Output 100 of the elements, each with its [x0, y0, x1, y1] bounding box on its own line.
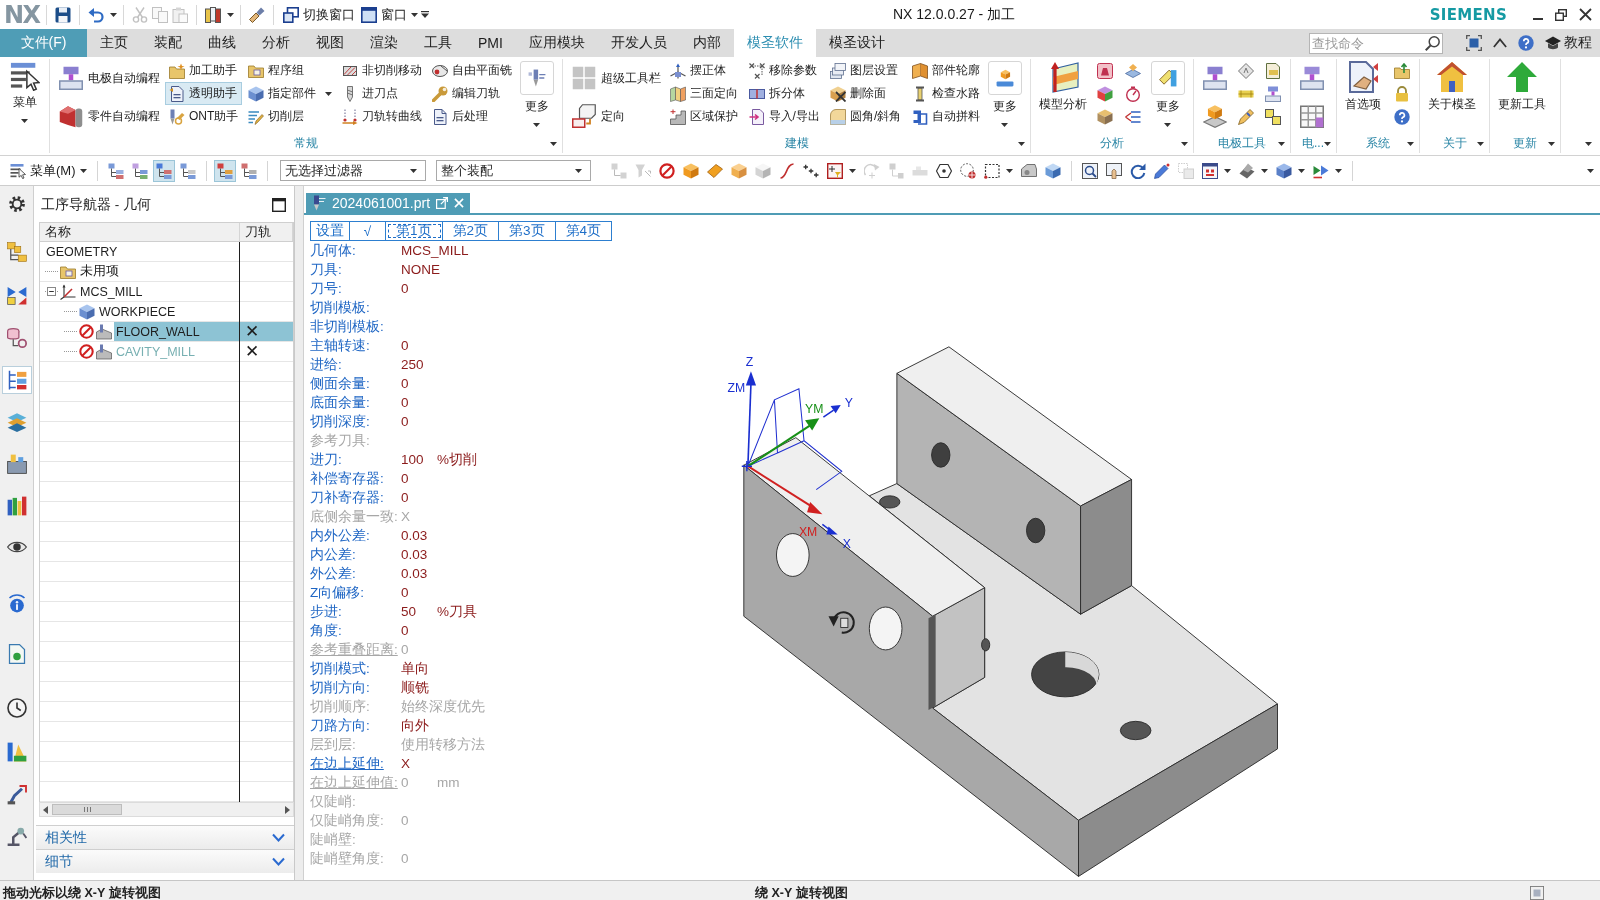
caret-icon[interactable] — [1181, 141, 1188, 146]
window-menu-button[interactable]: 窗口 — [357, 3, 421, 26]
command-button[interactable]: 删除面 — [826, 82, 906, 105]
tree-item[interactable]: GEOMETRY — [44, 242, 120, 261]
menu-tab[interactable]: PMI — [465, 29, 516, 57]
switch-window-button[interactable]: 切换窗口 — [279, 3, 358, 26]
command-button[interactable]: 后处理 — [428, 105, 517, 128]
lock-icon[interactable] — [1394, 85, 1410, 102]
command-button[interactable]: 进刀点 — [338, 82, 427, 105]
folder-icon[interactable] — [1394, 62, 1410, 79]
cube-icon[interactable] — [1097, 108, 1114, 125]
column-header[interactable]: 名称 — [45, 223, 71, 241]
command-button[interactable]: 三面定向 — [666, 82, 743, 105]
command-button[interactable]: 摆正体 — [666, 59, 743, 82]
arrows-icon[interactable] — [1124, 108, 1141, 125]
menu-tab[interactable]: 视图 — [303, 29, 357, 57]
horizontal-scrollbar[interactable] — [39, 802, 294, 817]
filter-dropdown[interactable]: 无选择过滤器 — [279, 160, 426, 181]
caret-icon[interactable] — [1585, 142, 1592, 146]
command-button[interactable]: 透明助手 — [164, 82, 243, 105]
help-icon[interactable] — [1394, 108, 1410, 125]
command-button[interactable]: 拆分体 — [744, 82, 824, 105]
tree-item[interactable]: WORKPIECE — [97, 302, 178, 321]
command-button[interactable]: 定向 — [569, 99, 664, 133]
menu-tab[interactable]: 应用模块 — [515, 29, 598, 57]
command-button[interactable]: 关于模圣 — [1426, 59, 1478, 113]
menu-tab[interactable]: 主页 — [87, 29, 141, 57]
arrow-left-icon[interactable] — [43, 805, 48, 814]
command-button[interactable]: 自由平面铣 — [428, 59, 517, 82]
customize-icon[interactable] — [420, 11, 429, 18]
page-tab[interactable]: 第4页 — [555, 222, 612, 240]
menu-tab[interactable]: 装配 — [141, 29, 195, 57]
command-button[interactable]: 更新工具 — [1496, 59, 1548, 113]
command-button[interactable]: 切削层 — [244, 105, 337, 128]
tree-item[interactable]: MCS_MILL — [78, 282, 145, 301]
command-button[interactable]: 更多 — [1149, 59, 1187, 127]
command-button[interactable]: 圆角/斜角 — [826, 105, 906, 128]
menu-tab[interactable]: 曲线 — [195, 29, 249, 57]
search-field[interactable]: 查找命令 — [1309, 32, 1443, 54]
page-tab[interactable]: √ — [350, 222, 386, 240]
menu-tab[interactable]: 开发人员 — [597, 29, 680, 57]
electrode-icon[interactable] — [1300, 66, 1324, 90]
fullscreen-icon[interactable] — [1466, 35, 1482, 51]
filter-dropdown[interactable]: 整个装配 — [435, 160, 591, 181]
caret-icon[interactable] — [226, 12, 234, 17]
close-icon[interactable] — [1579, 8, 1592, 21]
menu-tab[interactable]: 模圣设计 — [815, 29, 898, 57]
plane-icon[interactable] — [1124, 62, 1141, 79]
tree-item[interactable]: 未用项 — [78, 262, 121, 281]
caret-icon[interactable] — [109, 12, 117, 17]
caret-icon[interactable] — [1005, 168, 1013, 173]
cube-icon[interactable] — [1203, 104, 1227, 128]
restore-icon[interactable] — [1555, 8, 1567, 21]
caret-icon[interactable] — [1018, 141, 1025, 146]
hierarchy-icon[interactable] — [213, 159, 236, 182]
command-button[interactable]: ONT助手 — [164, 105, 243, 128]
menu-tab[interactable]: 内部 — [679, 29, 734, 57]
command-button[interactable]: 区域保护 — [666, 105, 743, 128]
arrow-right-icon[interactable] — [285, 805, 290, 814]
book-icon[interactable] — [202, 4, 223, 25]
page-tab[interactable]: 第3页 — [499, 222, 556, 240]
caret-icon[interactable] — [1334, 168, 1342, 173]
command-button[interactable]: 加工助手 — [164, 59, 243, 82]
caret-icon[interactable] — [1477, 141, 1484, 146]
settings-icon[interactable] — [8, 196, 25, 212]
command-button[interactable]: 移除参数 — [744, 59, 824, 82]
command-button[interactable]: 零件自动编程 — [56, 99, 163, 133]
menu-tab[interactable]: 渲染 — [357, 29, 411, 57]
chevron-up-icon[interactable] — [1493, 36, 1507, 50]
maximize-icon[interactable] — [272, 198, 286, 212]
caret-icon[interactable] — [1223, 168, 1231, 173]
search-icon[interactable] — [1425, 35, 1440, 51]
squares-icon[interactable] — [1265, 108, 1281, 125]
diamond-icon[interactable] — [1238, 62, 1254, 79]
tree-item[interactable]: FLOOR_WALL — [114, 322, 239, 341]
command-button[interactable]: 编辑刀轨 — [428, 82, 517, 105]
caret-icon[interactable] — [848, 168, 856, 173]
scrollbar-thumb[interactable] — [52, 804, 122, 815]
command-button[interactable]: 图层设置 — [826, 59, 906, 82]
caret-icon[interactable] — [1278, 141, 1285, 146]
command-button[interactable]: 检查水路 — [907, 82, 984, 105]
command-button[interactable]: 非切削移动 — [338, 59, 427, 82]
caret-icon[interactable] — [1260, 168, 1268, 173]
command-button[interactable]: 导入/导出 — [744, 105, 824, 128]
pencil-icon[interactable] — [1238, 108, 1254, 125]
menu-button[interactable]: 菜单(M) — [6, 159, 91, 182]
electrode-icon[interactable] — [1265, 85, 1281, 102]
page-tab[interactable]: 第2页 — [442, 222, 500, 240]
hierarchy-icon[interactable] — [152, 159, 175, 182]
page-tab[interactable]: 设置 — [311, 222, 350, 240]
stopwatch-icon[interactable] — [1124, 85, 1141, 102]
popout-icon[interactable] — [436, 197, 449, 209]
command-button[interactable]: 指定部件 — [244, 82, 337, 105]
caret-icon[interactable] — [1324, 141, 1331, 146]
section-header[interactable]: 相关性 — [36, 825, 294, 849]
collapse-icon[interactable] — [46, 287, 56, 296]
caret-icon[interactable] — [1548, 141, 1555, 146]
caret-icon[interactable] — [1587, 168, 1594, 173]
menu-tab[interactable]: 模圣软件 — [733, 29, 816, 57]
caret-icon[interactable] — [1297, 168, 1305, 173]
